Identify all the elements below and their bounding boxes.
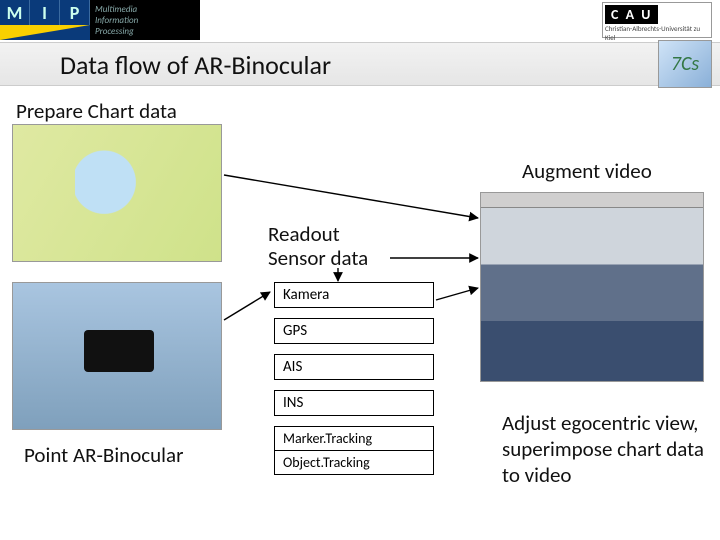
mip-letter: P [60, 0, 90, 25]
header-bar: M I P Multimedia Information Processing … [0, 0, 720, 40]
label-augment-video: Augment video [522, 158, 652, 184]
cau-logo: C A U Christian-Albrechts-Universität zu… [602, 2, 712, 38]
mip-letter: I [30, 0, 60, 25]
anniversary-badge: 7Cs [658, 40, 712, 88]
camera-photo-image [12, 282, 222, 430]
sensor-object-tracking: Object.Tracking [275, 450, 433, 474]
label-adjust-egocentric: Adjust egocentric view, superimpose char… [502, 410, 712, 488]
chart-map-image [12, 124, 222, 262]
sensor-ais: AIS [274, 354, 434, 380]
label-readout-sensor-data: Readout Sensor data [268, 222, 368, 270]
sensor-marker-tracking: Marker.Tracking [275, 427, 433, 450]
title-bar: Data flow of AR-Binocular [0, 42, 720, 86]
mip-letter: M [0, 0, 30, 25]
sensor-ins: INS [274, 390, 434, 416]
augmented-video-image [480, 192, 704, 382]
cau-abbrev: C A U [605, 5, 658, 24]
mip-full-name: Multimedia Information Processing [95, 4, 138, 37]
slide-title: Data flow of AR-Binocular [60, 49, 331, 81]
sensor-stack: Kamera GPS AIS INS Marker.Tracking Objec… [274, 282, 434, 485]
sensor-tracking-group: Marker.Tracking Object.Tracking [274, 426, 434, 475]
label-prepare-chart-data: Prepare Chart data [16, 98, 177, 124]
sensor-gps: GPS [274, 318, 434, 344]
sensor-kamera: Kamera [274, 282, 434, 308]
mip-logo: M I P Multimedia Information Processing [0, 0, 200, 40]
label-point-ar-binocular: Point AR-Binocular [24, 442, 183, 468]
